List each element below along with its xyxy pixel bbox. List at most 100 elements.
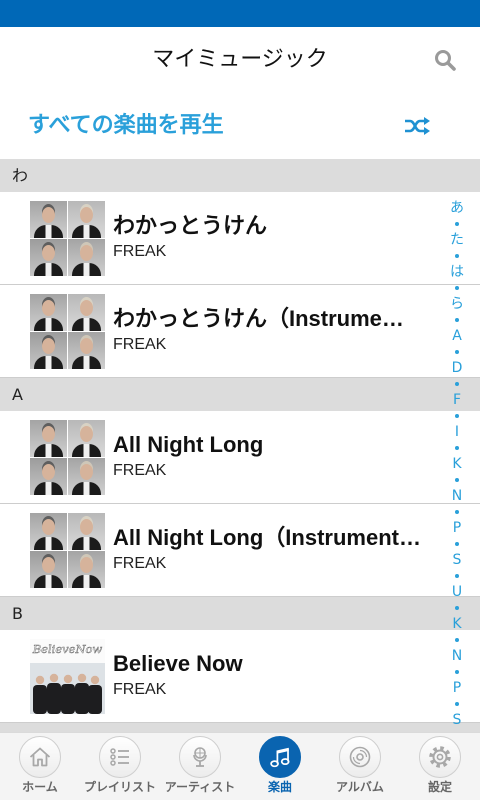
song-row[interactable]: BelieveNow Believe Now FREAK bbox=[0, 630, 480, 723]
tab-icon-circle bbox=[339, 736, 381, 778]
song-row[interactable]: All Night Long（Instrument… FREAK bbox=[0, 504, 480, 597]
artist-photo bbox=[30, 239, 67, 276]
index-separator bbox=[448, 504, 466, 520]
index-separator bbox=[448, 376, 466, 392]
tab-icon-circle bbox=[419, 736, 461, 778]
tab-songs[interactable]: 楽曲 bbox=[240, 733, 320, 800]
play-all-label: すべての楽曲を再生 bbox=[28, 113, 224, 138]
song-artist: FREAK bbox=[113, 336, 167, 353]
album-art-lettering: BelieveNow bbox=[32, 642, 103, 656]
artist-photo bbox=[68, 513, 105, 550]
album-art bbox=[30, 420, 105, 495]
artist-photo bbox=[68, 239, 105, 276]
section-header: B bbox=[0, 597, 480, 630]
album-art bbox=[30, 294, 105, 369]
index-letter[interactable]: F bbox=[448, 392, 466, 408]
index-letter[interactable]: U bbox=[448, 584, 466, 600]
tab-playlist[interactable]: プレイリスト bbox=[80, 733, 160, 800]
index-letter[interactable]: K bbox=[448, 616, 466, 632]
artist-photo bbox=[30, 420, 67, 457]
index-separator bbox=[448, 632, 466, 648]
artist-photo bbox=[68, 458, 105, 495]
album-art bbox=[30, 201, 105, 276]
status-bar bbox=[0, 0, 480, 27]
index-separator bbox=[448, 472, 466, 488]
microphone-icon bbox=[193, 747, 207, 767]
section-header: A bbox=[0, 378, 480, 411]
index-separator bbox=[448, 216, 466, 232]
index-separator bbox=[448, 536, 466, 552]
song-list[interactable]: わ わかっとうけん FREAK わかっとうけん（Instrume… FREAK … bbox=[0, 159, 480, 732]
index-separator bbox=[448, 568, 466, 584]
index-letter[interactable]: A bbox=[448, 328, 466, 344]
index-letter[interactable]: ら bbox=[448, 296, 466, 312]
album-art: BelieveNow bbox=[30, 639, 105, 714]
song-artist: FREAK bbox=[113, 555, 167, 572]
artist-photo bbox=[30, 551, 67, 588]
index-separator bbox=[448, 248, 466, 264]
index-separator bbox=[448, 280, 466, 296]
index-letter[interactable]: S bbox=[448, 712, 466, 728]
index-separator bbox=[448, 440, 466, 456]
index-letter[interactable]: た bbox=[448, 232, 466, 248]
tab-icon-circle bbox=[99, 736, 141, 778]
playlist-icon bbox=[110, 748, 129, 766]
tab-label: アーティスト bbox=[164, 780, 236, 794]
tab-icon-circle bbox=[259, 736, 301, 778]
search-button[interactable] bbox=[434, 49, 456, 71]
tab-artist[interactable]: アーティスト bbox=[160, 733, 240, 800]
album-disc-icon bbox=[349, 746, 371, 768]
index-letter[interactable]: P bbox=[448, 680, 466, 696]
alphabet-index[interactable]: あ た は ら A D F I K N P S U K N P S bbox=[448, 200, 466, 728]
index-letter[interactable]: D bbox=[448, 360, 466, 376]
artist-photo bbox=[68, 294, 105, 331]
artist-photo bbox=[30, 201, 67, 238]
artist-photo bbox=[30, 294, 67, 331]
index-letter[interactable]: I bbox=[448, 424, 466, 440]
tab-label: 設定 bbox=[427, 780, 452, 794]
home-icon bbox=[29, 747, 51, 767]
index-letter[interactable]: N bbox=[448, 488, 466, 504]
index-separator bbox=[448, 600, 466, 616]
section-header-label: B bbox=[12, 604, 23, 623]
artist-photo bbox=[68, 551, 105, 588]
play-all-row[interactable]: すべての楽曲を再生 bbox=[0, 93, 480, 159]
tab-settings[interactable]: 設定 bbox=[400, 733, 480, 800]
gear-icon bbox=[429, 746, 451, 768]
index-letter[interactable]: あ bbox=[448, 200, 466, 216]
shuffle-button[interactable] bbox=[404, 116, 430, 136]
index-letter[interactable]: S bbox=[448, 552, 466, 568]
song-row[interactable]: わかっとうけん FREAK bbox=[0, 192, 480, 285]
index-separator bbox=[448, 696, 466, 712]
artist-photo bbox=[30, 513, 67, 550]
artist-photo bbox=[30, 458, 67, 495]
song-artist: FREAK bbox=[113, 243, 167, 260]
tab-album[interactable]: アルバム bbox=[320, 733, 400, 800]
index-separator bbox=[448, 664, 466, 680]
song-title: All Night Long bbox=[113, 432, 264, 457]
tab-label: プレイリスト bbox=[83, 780, 156, 794]
artist-photo bbox=[68, 420, 105, 457]
artist-photo bbox=[30, 332, 67, 369]
album-art bbox=[30, 513, 105, 588]
index-letter[interactable]: N bbox=[448, 648, 466, 664]
section-header: わ bbox=[0, 159, 480, 192]
index-letter[interactable]: P bbox=[448, 520, 466, 536]
tab-label: アルバム bbox=[336, 780, 384, 794]
index-letter[interactable]: は bbox=[448, 264, 466, 280]
music-note-icon bbox=[270, 747, 290, 768]
song-row[interactable]: わかっとうけん（Instrume… FREAK bbox=[0, 285, 480, 378]
tab-home[interactable]: ホーム bbox=[0, 733, 80, 800]
tab-icon-circle bbox=[19, 736, 61, 778]
section-header bbox=[0, 723, 480, 732]
shuffle-icon bbox=[405, 117, 430, 135]
song-title: Believe Now bbox=[113, 651, 243, 676]
song-title: All Night Long（Instrument… bbox=[113, 525, 421, 550]
app-header: マイミュージック bbox=[0, 27, 480, 93]
song-artist: FREAK bbox=[113, 681, 167, 698]
song-title: わかっとうけん bbox=[113, 213, 268, 238]
index-letter[interactable]: K bbox=[448, 456, 466, 472]
index-separator bbox=[448, 312, 466, 328]
song-row[interactable]: All Night Long FREAK bbox=[0, 411, 480, 504]
song-artist: FREAK bbox=[113, 462, 167, 479]
